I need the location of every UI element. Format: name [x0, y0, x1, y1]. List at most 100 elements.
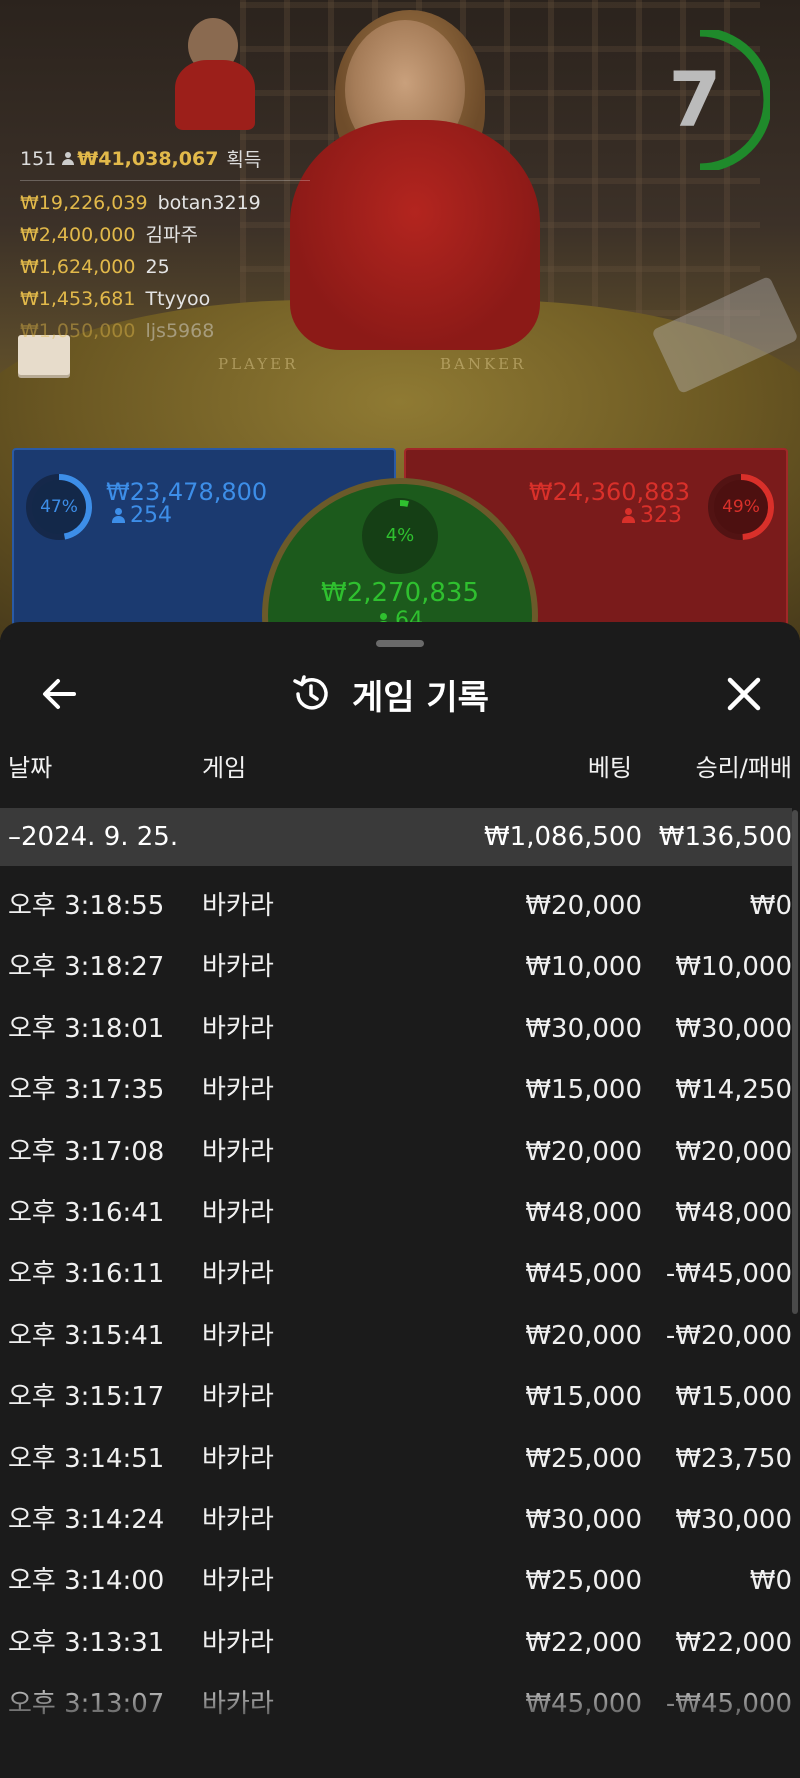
history-row[interactable]: 오후 3:14:00 바카라 ₩25,000 ₩0: [0, 1551, 800, 1612]
row-time: 오후 3:16:11: [8, 1259, 165, 1290]
row-result: -₩45,000: [665, 1689, 792, 1720]
timer-value: 7: [668, 55, 722, 144]
felt-label-player: PLAYER: [218, 355, 299, 373]
leaderboard-entry: ₩2,400,000 김파주: [20, 224, 198, 246]
history-row[interactable]: 오후 3:14:51 바카라 ₩25,000 ₩23,750: [0, 1429, 800, 1490]
day-label: –2024. 9. 25.: [8, 822, 179, 852]
row-time: 오후 3:18:01: [8, 1013, 165, 1044]
row-result: ₩0: [749, 891, 792, 921]
row-game: 바카라: [202, 1689, 274, 1720]
user-icon: [622, 508, 635, 523]
column-header-game[interactable]: 게임: [202, 748, 246, 783]
row-result: ₩30,000: [675, 1504, 792, 1535]
sheet-drag-handle[interactable]: [376, 640, 424, 647]
history-row[interactable]: 오후 3:18:55 바카라 ₩20,000 ₩0: [0, 876, 800, 937]
column-header-bet[interactable]: 베팅: [588, 748, 632, 783]
banker-percent: 49%: [722, 497, 760, 517]
column-header-result[interactable]: 승리/패배: [696, 748, 792, 783]
column-header-date[interactable]: 날짜: [8, 748, 52, 783]
row-result: ₩0: [749, 1566, 792, 1597]
row-game: 바카라: [202, 1566, 274, 1597]
leaderboard-header: 151 ₩41,038,067 획득: [20, 145, 310, 181]
row-game: 바카라: [202, 1075, 274, 1106]
row-game: 바카라: [202, 1443, 274, 1474]
banker-bet-amount: ₩24,360,883: [528, 478, 690, 506]
close-button[interactable]: [718, 668, 770, 720]
row-time: 오후 3:17:08: [8, 1136, 165, 1167]
dealer-body: [290, 120, 540, 350]
row-result: ₩48,000: [675, 1197, 792, 1228]
row-bet: ₩22,000: [525, 1627, 642, 1658]
player-bet-amount: ₩23,478,800: [106, 478, 268, 506]
user-icon: [112, 508, 125, 523]
history-row[interactable]: 오후 3:13:31 바카라 ₩22,000 ₩22,000: [0, 1613, 800, 1674]
row-game: 바카라: [202, 1197, 274, 1228]
row-game: 바카라: [202, 1259, 274, 1290]
row-time: 오후 3:13:07: [8, 1689, 165, 1720]
winner-total-label: 획득: [226, 149, 262, 171]
row-bet: ₩48,000: [525, 1197, 642, 1228]
row-time: 오후 3:14:00: [8, 1566, 165, 1597]
close-icon: [727, 677, 761, 711]
countdown-timer: 7: [660, 30, 770, 170]
tie-percent: 4%: [385, 525, 415, 546]
row-time: 오후 3:14:24: [8, 1504, 165, 1535]
row-bet: ₩30,000: [525, 1013, 642, 1044]
person-icon: [62, 151, 75, 166]
leaderboard-entry: ₩1,453,681 Ttyyoo: [20, 288, 211, 310]
row-result: -₩20,000: [665, 1320, 792, 1351]
row-result: ₩20,000: [675, 1136, 792, 1167]
history-row[interactable]: 오후 3:17:35 바카라 ₩15,000 ₩14,250: [0, 1060, 800, 1121]
row-bet: ₩45,000: [525, 1689, 642, 1720]
row-bet: ₩20,000: [525, 1320, 642, 1351]
row-game: 바카라: [202, 1504, 274, 1535]
row-time: 오후 3:15:17: [8, 1382, 165, 1413]
row-bet: ₩20,000: [525, 891, 642, 921]
leaderboard-entry: ₩1,624,000 25: [20, 256, 170, 278]
history-row[interactable]: 오후 3:17:08 바카라 ₩20,000 ₩20,000: [0, 1122, 800, 1183]
history-row[interactable]: 오후 3:15:17 바카라 ₩15,000 ₩15,000: [0, 1367, 800, 1428]
day-summary-row[interactable]: –2024. 9. 25. ₩1,086,500 ₩136,500: [0, 808, 792, 866]
row-time: 오후 3:15:41: [8, 1320, 165, 1351]
row-result: ₩15,000: [675, 1382, 792, 1413]
back-button[interactable]: [34, 668, 86, 720]
row-game: 바카라: [202, 1382, 274, 1413]
row-bet: ₩10,000: [525, 952, 642, 983]
row-bet: ₩25,000: [525, 1566, 642, 1597]
row-game: 바카라: [202, 952, 274, 983]
row-bet: ₩30,000: [525, 1504, 642, 1535]
sheet-title-text: 게임 기록: [352, 677, 489, 718]
history-row[interactable]: 오후 3:15:41 바카라 ₩20,000 -₩20,000: [0, 1306, 800, 1367]
player-percent: 47%: [40, 497, 78, 517]
row-result: ₩30,000: [675, 1013, 792, 1044]
history-row[interactable]: 오후 3:16:11 바카라 ₩45,000 -₩45,000: [0, 1244, 800, 1305]
history-row[interactable]: 오후 3:18:01 바카라 ₩30,000 ₩30,000: [0, 999, 800, 1060]
winner-count: 151: [20, 147, 57, 170]
row-time: 오후 3:13:31: [8, 1627, 165, 1658]
row-bet: ₩45,000: [525, 1259, 642, 1290]
row-bet: ₩20,000: [525, 1136, 642, 1167]
tie-bet-amount: ₩2,270,835: [320, 578, 480, 608]
history-row[interactable]: 오후 3:16:41 바카라 ₩48,000 ₩48,000: [0, 1183, 800, 1244]
player-bettor-count: 254: [112, 503, 172, 528]
day-total-result: ₩136,500: [658, 822, 792, 852]
row-time: 오후 3:18:55: [8, 891, 165, 921]
row-result: ₩22,000: [675, 1627, 792, 1658]
banker-bettor-count: 323: [622, 503, 682, 528]
row-bet: ₩15,000: [525, 1382, 642, 1413]
row-game: 바카라: [202, 1136, 274, 1167]
row-bet: ₩15,000: [525, 1075, 642, 1106]
game-history-sheet: 게임 기록 날짜 게임 베팅 승리/패배 –2024. 9. 25. ₩1,08…: [0, 622, 800, 1778]
winner-total: ₩41,038,067: [77, 147, 219, 170]
row-game: 바카라: [202, 1013, 274, 1044]
day-total-bet: ₩1,086,500: [483, 822, 642, 852]
row-game: 바카라: [202, 1320, 274, 1351]
history-row[interactable]: 오후 3:13:07 바카라 ₩45,000 -₩45,000: [0, 1674, 800, 1735]
row-game: 바카라: [202, 1627, 274, 1658]
row-result: ₩23,750: [675, 1443, 792, 1474]
history-list: 오후 3:18:55 바카라 ₩20,000 ₩0 오후 3:18:27 바카라 ₩10,0…: [0, 876, 800, 1735]
history-icon: [293, 675, 328, 710]
history-row[interactable]: 오후 3:18:27 바카라 ₩10,000 ₩10,000: [0, 937, 800, 998]
row-time: 오후 3:18:27: [8, 952, 165, 983]
history-row[interactable]: 오후 3:14:24 바카라 ₩30,000 ₩30,000: [0, 1490, 800, 1551]
